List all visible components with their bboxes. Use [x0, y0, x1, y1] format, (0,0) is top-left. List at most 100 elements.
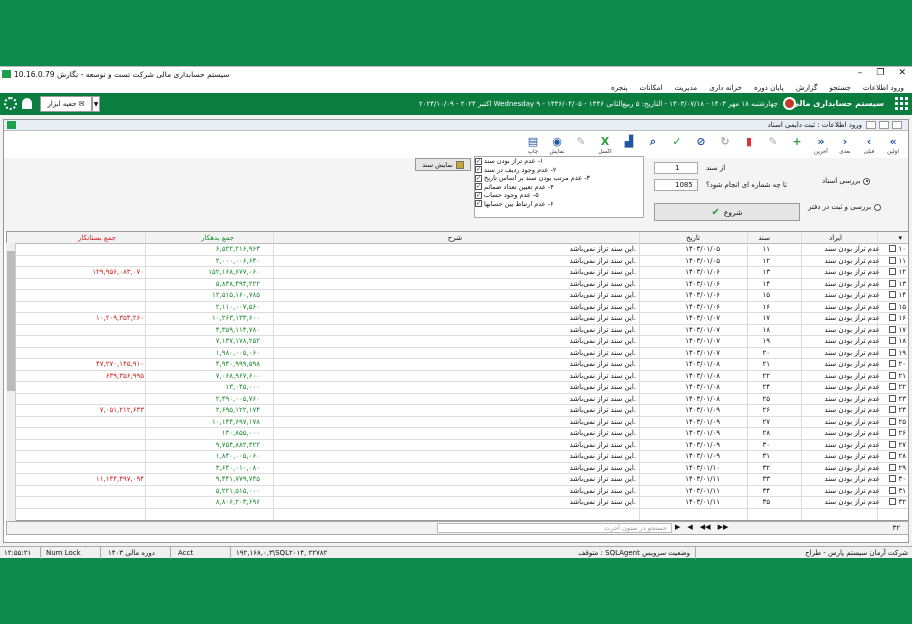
table-row[interactable]: ۱۹ عدم تراز بودن سند ۲۰ ۱۴۰۳/۰۱/۰۷ این سند ت…: [7, 348, 908, 359]
nav-last-icon[interactable]: ▶▶: [718, 523, 729, 531]
from-doc-input[interactable]: 1: [654, 162, 698, 174]
table-row[interactable]: ۳۱ عدم تراز بودن سند ۳۴ ۱۴۰۳/۰۱/۱۱ این سند ت…: [7, 486, 908, 497]
checkbox-checked-icon[interactable]: ✓: [475, 166, 482, 174]
row-checkbox[interactable]: [889, 337, 896, 344]
header-debit[interactable]: جمع بدهکار: [201, 234, 234, 242]
check-item[interactable]: ✓ ۲- عدم وجود ردیف در سند: [475, 166, 643, 175]
row-checkbox[interactable]: [889, 314, 896, 321]
table-row[interactable]: ۳۲ عدم تراز بودن سند ۳۵ ۱۴۰۳/۰۱/۱۱ این سند ت…: [7, 497, 908, 509]
row-checkbox[interactable]: [889, 348, 896, 356]
header-desc[interactable]: شرح: [448, 234, 462, 242]
header-date[interactable]: تاریخ: [686, 234, 700, 242]
toolbar-button[interactable]: » آخرین: [810, 132, 832, 158]
menu-item[interactable]: امکانات: [639, 83, 662, 92]
table-row[interactable]: ۱۸ عدم تراز بودن سند ۱۹ ۱۴۰۳/۰۱/۰۷ این سند ت…: [7, 336, 908, 348]
toolbar-button[interactable]: ✓: [666, 132, 688, 158]
row-checkbox[interactable]: [889, 463, 896, 471]
header-error[interactable]: ایراد: [829, 234, 842, 242]
table-row[interactable]: ۲۱ عدم تراز بودن سند ۲۲ ۱۴۰۳/۰۱/۰۸ این سند ت…: [7, 371, 908, 382]
close-icon[interactable]: [892, 121, 902, 129]
row-checkbox[interactable]: [889, 394, 896, 402]
restore-icon[interactable]: [879, 121, 889, 129]
row-checkbox[interactable]: [889, 256, 896, 264]
row-checkbox[interactable]: [889, 417, 896, 425]
minimize-icon[interactable]: [866, 121, 876, 129]
menu-item[interactable]: جستجو: [829, 83, 850, 92]
table-row[interactable]: ۱۰ عدم تراز بودن سند ۱۱ ۱۴۰۳/۰۱/۰۵ این سند ت…: [7, 244, 908, 256]
row-checkbox[interactable]: [889, 325, 896, 333]
gear-icon[interactable]: [4, 97, 17, 110]
select-all-icon[interactable]: ▾: [898, 234, 902, 242]
table-row[interactable]: ۲۶ عدم تراز بودن سند ۲۸ ۱۴۰۳/۰۱/۰۹ این سند ت…: [7, 428, 908, 440]
check-item[interactable]: ✓ ۱- عدم تراز بودن سند: [475, 157, 643, 166]
row-checkbox[interactable]: [889, 475, 896, 482]
toolbar-button[interactable]: ⊘: [690, 132, 712, 158]
row-checkbox[interactable]: [889, 498, 896, 505]
checkbox-checked-icon[interactable]: ✓: [475, 183, 482, 191]
toolbar-button[interactable]: «اولین: [882, 132, 904, 158]
check-item[interactable]: ✓ ۶- عدم ارتباط بین حسابها: [475, 200, 643, 209]
table-row[interactable]: ۲۳ عدم تراز بودن سند ۲۵ ۱۴۰۳/۰۱/۰۸ این سند ت…: [7, 394, 908, 405]
table-row[interactable]: ۲۹ عدم تراز بودن سند ۳۲ ۱۴۰۳/۰۱/۱۰ این سند ت…: [7, 463, 908, 474]
table-row[interactable]: ۱۶ عدم تراز بودن سند ۱۷ ۱۴۰۳/۰۱/۰۷ این سند ت…: [7, 313, 908, 325]
row-checkbox[interactable]: [889, 452, 896, 459]
toolbar-button[interactable]: ▤ چاپ: [522, 132, 544, 158]
menu-item[interactable]: پنجره: [611, 83, 628, 92]
filter-input[interactable]: جستجو در ستون آخرت: [437, 523, 672, 533]
chevron-down-icon[interactable]: ▼: [92, 96, 100, 112]
radio-check-docs[interactable]: بررسی اسناد: [822, 177, 871, 185]
table-row[interactable]: ۲۷ عدم تراز بودن سند ۳۰ ۱۴۰۳/۰۱/۰۹ این سند ت…: [7, 440, 908, 451]
header-credit[interactable]: جمع بستانکار: [78, 234, 116, 242]
menu-item[interactable]: ورود اطلاعات: [863, 83, 904, 92]
toolbar-button[interactable]: ⌕: [642, 132, 664, 158]
menu-item[interactable]: مدیریت: [674, 83, 697, 92]
row-checkbox[interactable]: [889, 440, 896, 448]
table-row[interactable]: ۲۴ عدم تراز بودن سند ۲۶ ۱۴۰۳/۰۱/۰۹ این سند ت…: [7, 405, 908, 417]
minimize-icon[interactable]: –: [858, 68, 863, 78]
row-checkbox[interactable]: [889, 360, 896, 367]
checkbox-checked-icon[interactable]: ✓: [475, 157, 482, 165]
row-checkbox[interactable]: [889, 291, 896, 298]
toolbar-button[interactable]: ▮: [738, 132, 760, 158]
to-doc-input[interactable]: 1085: [654, 179, 698, 191]
scrollbar-thumb[interactable]: [7, 251, 15, 391]
toolbar-button[interactable]: ✎: [570, 132, 592, 158]
table-row[interactable]: ۱۴ عدم تراز بودن سند ۱۵ ۱۴۰۳/۰۱/۰۶ این سند ت…: [7, 290, 908, 302]
nav-first-icon[interactable]: ◀◀: [700, 523, 711, 531]
row-checkbox[interactable]: [889, 383, 896, 390]
checkbox-checked-icon[interactable]: ✓: [475, 191, 482, 199]
menu-item[interactable]: خزانه داری: [709, 83, 742, 92]
table-row[interactable]: ۱۱ عدم تراز بودن سند ۱۲ ۱۴۰۳/۰۱/۰۵ این سند ت…: [7, 256, 908, 267]
table-row[interactable]: ۱۲ عدم تراز بودن سند ۱۳ ۱۴۰۳/۰۱/۰۶ این سند ت…: [7, 267, 908, 279]
check-item[interactable]: ✓ ۵- عدم وجود حساب: [475, 191, 643, 200]
radio-check-and-post[interactable]: بررسی و ثبت در دفتر: [808, 203, 882, 211]
vertical-scrollbar[interactable]: [6, 243, 16, 521]
row-checkbox[interactable]: [889, 268, 896, 275]
checkbox-checked-icon[interactable]: ✓: [475, 200, 482, 208]
row-checkbox[interactable]: [889, 406, 896, 413]
show-doc-button[interactable]: نمایش سند: [415, 158, 471, 171]
maximize-icon[interactable]: ❐: [876, 68, 884, 78]
apps-grid-icon[interactable]: [895, 97, 908, 110]
toolbar-button[interactable]: ↻: [714, 132, 736, 158]
toolbox-button[interactable]: جعبه ابزار ✉: [40, 96, 92, 112]
header-doc[interactable]: سند: [758, 234, 770, 242]
row-checkbox[interactable]: [889, 486, 896, 494]
row-checkbox[interactable]: [889, 302, 896, 310]
table-row[interactable]: ۳۰ عدم تراز بودن سند ۳۳ ۱۴۰۳/۰۱/۱۱ این سند ت…: [7, 474, 908, 486]
bell-icon[interactable]: [22, 98, 32, 109]
toolbar-button[interactable]: +: [786, 132, 808, 158]
toolbar-button[interactable]: ◉ نمایش: [546, 132, 568, 158]
toolbar-button[interactable]: ‹ قبلی: [858, 132, 880, 158]
nav-prev-icon[interactable]: ◀: [687, 523, 692, 531]
toolbar-button[interactable]: ✎: [762, 132, 784, 158]
row-checkbox[interactable]: [889, 371, 896, 379]
table-row[interactable]: ۱۵ عدم تراز بودن سند ۱۶ ۱۴۰۳/۰۱/۰۶ این سند ت…: [7, 302, 908, 313]
toolbar-button[interactable]: X اکسل: [594, 132, 616, 158]
table-row[interactable]: ۲۲ عدم تراز بودن سند ۲۴ ۱۴۰۳/۰۱/۰۸ این سند ت…: [7, 382, 908, 394]
nav-next-icon[interactable]: ▶: [675, 523, 680, 531]
table-row[interactable]: ۲۸ عدم تراز بودن سند ۳۱ ۱۴۰۳/۰۱/۰۹ این سند ت…: [7, 451, 908, 463]
toolbar-button[interactable]: ▟: [618, 132, 640, 158]
toolbar-button[interactable]: › بعدی: [834, 132, 856, 158]
table-row[interactable]: ۲۵ عدم تراز بودن سند ۲۷ ۱۴۰۳/۰۱/۰۹ این سند ت…: [7, 417, 908, 428]
